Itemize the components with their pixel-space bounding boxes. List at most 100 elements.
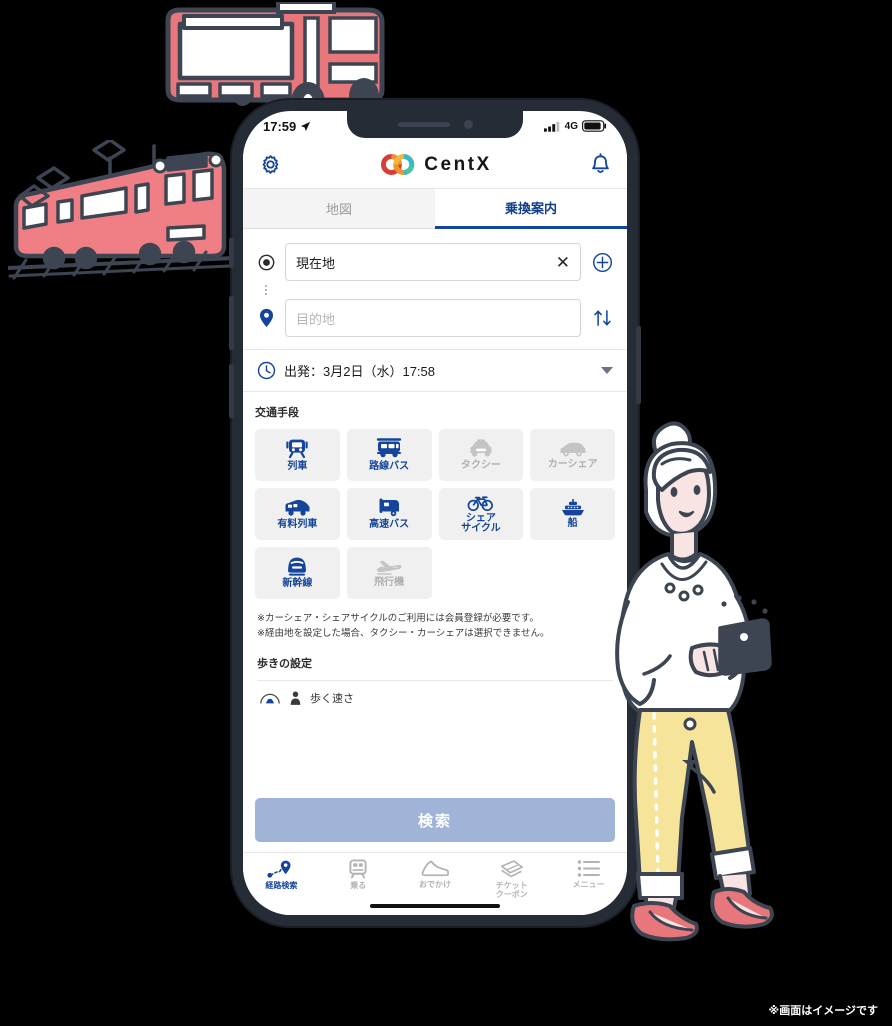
tab-transfer-guide[interactable]: 乗換案内 [435,189,627,229]
home-indicator[interactable] [370,904,500,908]
battery-icon [582,120,607,132]
logo-text: CentX [424,153,492,175]
tab-map[interactable]: 地図 [243,189,435,229]
search-bar: 検索 [243,788,627,853]
notch [347,111,523,138]
menu-list-icon [577,860,600,877]
walk-settings-section: 歩きの設定 歩く速さ [243,641,627,706]
nav-item-route-search[interactable]: 経路検索 [243,859,320,891]
status-time: 17:59 [263,118,297,134]
tab-bar: 地図 乗換案内 [243,189,627,229]
ferry-icon [561,498,584,516]
departure-text: 出発：3月2日（水）17:58 [284,364,435,379]
mode-label: 飛行機 [374,576,405,588]
app-header: CentX [243,141,627,189]
destination-input[interactable]: 目的地 [285,299,581,337]
mode-label: 有料列車 [277,518,318,530]
mode-card-share-cycle[interactable]: シェア サイクル [438,488,524,540]
volume-up-button[interactable] [229,296,234,350]
walk-settings-title: 歩きの設定 [257,658,312,671]
nav-item-ticket-coupon[interactable]: チケット クーポン [473,859,550,900]
route-search-icon [267,860,291,878]
nav-item-outing[interactable]: おでかけ [397,859,474,890]
limited-express-icon [285,499,310,516]
origin-icon-wrap [255,254,277,271]
mode-card-shinkansen[interactable]: 新幹線 [255,547,340,599]
location-arrow-icon [301,121,311,131]
mode-card-limited-express[interactable]: 有料列車 [255,488,340,540]
sneaker-icon [421,860,449,877]
walk-speed-row[interactable]: 歩く速さ [257,680,613,706]
train-icon [286,439,309,458]
route-bus-icon [376,438,402,457]
mode-label: 船 [567,517,578,529]
nav-item-menu[interactable]: メニュー [550,859,627,890]
mode-card-taxi: タクシー [438,429,524,481]
destination-placeholder: 目的地 [296,311,336,327]
airplane-icon [376,560,402,575]
centx-rings-logo-icon [381,154,415,175]
transport-modes-grid: 列車 路線バス タクシー カーシェア 有料列車 高速バス シェア サイクル 船 … [255,429,615,599]
mute-switch[interactable] [229,238,234,268]
car-share-icon [560,442,586,457]
notes-section: ※カーシェア・シェアサイクルのご利用には会員登録が必要です。 ※経由地を設定した… [243,599,627,641]
transport-modes-title: 交通手段 [255,407,299,419]
connector-row [255,281,615,299]
mode-label: タクシー [460,459,501,471]
add-waypoint-button[interactable] [589,252,615,273]
swap-vertical-icon [593,310,611,326]
bell-icon[interactable] [590,153,611,176]
nav-label: チケット クーポン [495,881,528,899]
taxi-icon [470,439,492,457]
front-camera [463,120,473,129]
app-logo: CentX [380,153,491,176]
mode-label: カーシェア [547,458,598,470]
highway-bus-icon [379,498,400,516]
image-disclaimer-caption: ※画面はイメージです [768,1005,878,1017]
mode-card-route-bus[interactable]: 路線バス [346,429,432,481]
nav-item-board[interactable]: 乗る [320,859,397,891]
mode-card-highway-bus[interactable]: 高速バス [346,488,432,540]
train-illustration [8,140,236,280]
nav-label: 経路検索 [265,881,298,890]
chevron-down-icon[interactable] [601,367,613,374]
person-icon [290,691,301,705]
share-cycle-icon [467,495,494,511]
note-2: ※経由地を設定した場合、タクシー・カーシェアは選択できません。 [257,628,550,640]
nav-label: おでかけ [418,880,451,889]
origin-row: 現在地 ✕ [255,243,615,281]
phone-screen: 17:59 4G CentX 地図 乗換案内 現在地 ✕ 目的地 出発：3月2日… [243,111,627,915]
destination-icon-wrap [255,308,277,328]
phone-device: 17:59 4G CentX 地図 乗換案内 現在地 ✕ 目的地 出発：3月2日… [229,100,641,926]
speed-gauge-icon [260,694,280,704]
power-button[interactable] [636,326,641,404]
clock-icon [257,361,276,380]
board-transit-icon [349,859,367,879]
mode-label: 高速バス [369,518,410,530]
nav-label: メニュー [572,880,605,889]
transport-modes-section: 交通手段 列車 路線バス タクシー カーシェア 有料列車 高速バス シェア サイ… [243,392,627,599]
destination-row: 目的地 [255,299,615,337]
current-location-icon [258,254,274,270]
nav-label: 乗る [350,881,367,890]
volume-down-button[interactable] [229,364,234,418]
mode-label: シェア サイクル [461,512,501,534]
map-pin-icon [259,308,273,328]
mode-card-train[interactable]: 列車 [255,429,340,481]
origin-value: 現在地 [296,255,336,271]
origin-input[interactable]: 現在地 ✕ [285,243,581,281]
search-button[interactable]: 検索 [255,798,615,842]
departure-time-row[interactable]: 出発：3月2日（水）17:58 [243,350,627,392]
signal-bars-icon [543,121,559,132]
walk-speed-label: 歩く速さ [310,693,354,706]
route-input-section: 現在地 ✕ 目的地 [243,229,627,350]
close-icon[interactable]: ✕ [556,254,570,271]
gear-icon[interactable] [259,153,282,176]
earpiece-speaker [397,122,450,127]
network-label: 4G [564,120,578,132]
mode-label: 新幹線 [282,578,313,590]
plus-circle-icon [592,252,612,272]
shinkansen-icon [288,557,307,576]
route-connector-dots [255,281,277,299]
swap-endpoints-button[interactable] [589,307,615,329]
